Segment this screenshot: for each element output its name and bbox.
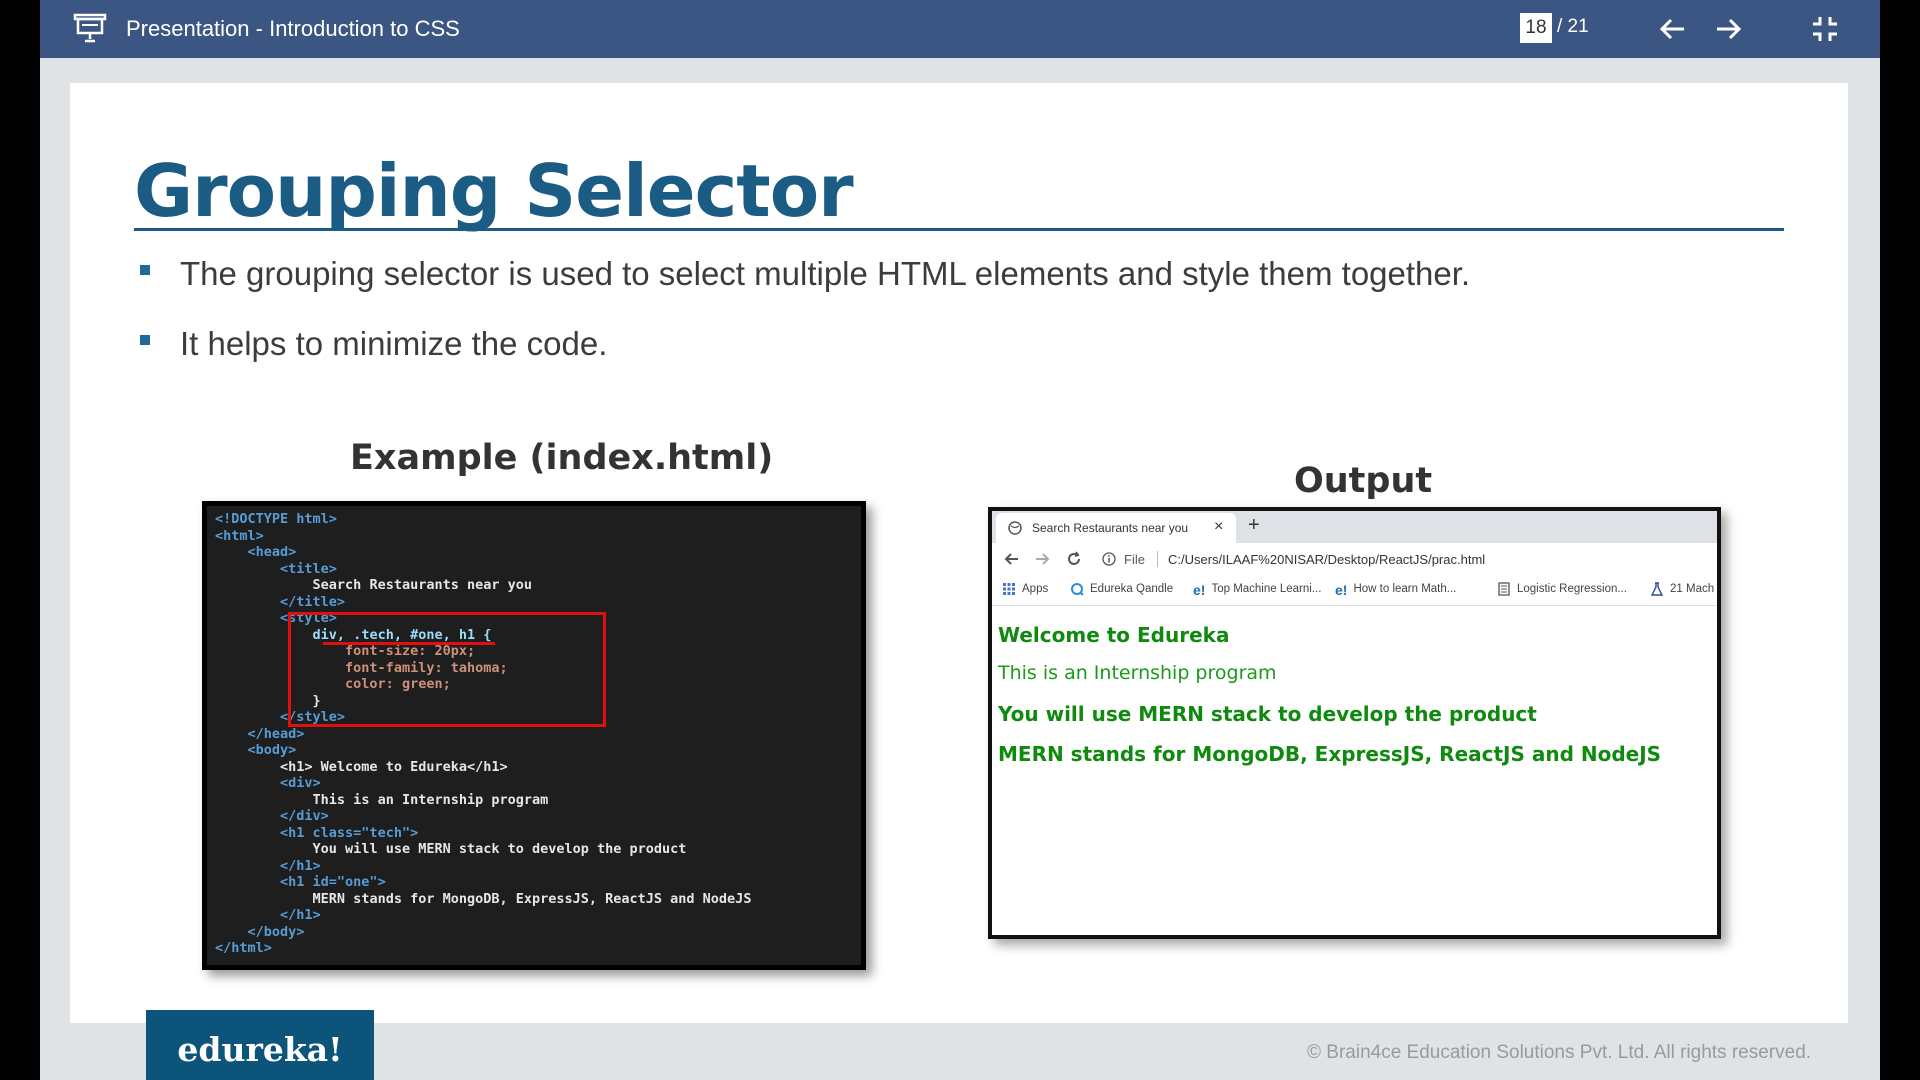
presentation-viewer: Presentation - Introduction to CSS 18 / …	[40, 0, 1880, 1080]
slide-title: Grouping Selector	[134, 149, 854, 233]
bookmark-item[interactable]: e! Top Machine Learni...	[1193, 582, 1321, 598]
title-divider	[134, 228, 1784, 231]
flask-icon	[1650, 582, 1664, 596]
browser-output-screenshot: Search Restaurants near you × + File C:/…	[988, 507, 1721, 939]
output-heading-1: Welcome to Edureka	[998, 623, 1230, 647]
browser-address-bar: File C:/Users/ILAAF%20NISAR/Desktop/Reac…	[992, 543, 1717, 576]
output-heading-tech: You will use MERN stack to develop the p…	[998, 702, 1537, 726]
edureka-icon: e!	[1335, 582, 1348, 598]
url-input[interactable]: C:/Users/ILAAF%20NISAR/Desktop/ReactJS/p…	[1168, 552, 1485, 567]
copyright-text: © Brain4ce Education Solutions Pvt. Ltd.…	[1307, 1042, 1812, 1063]
edureka-icon: e!	[1193, 582, 1206, 598]
document-icon	[1498, 582, 1510, 596]
output-heading-one: MERN stands for MongoDB, ExpressJS, Reac…	[998, 742, 1662, 766]
slide: Grouping Selector The grouping selector …	[70, 83, 1848, 1023]
example-heading: Example (index.html)	[350, 438, 774, 478]
bookmark-item[interactable]: Edureka Qandle	[1070, 582, 1173, 596]
bullet-square-icon	[140, 335, 150, 346]
bookmark-item[interactable]: Apps	[1002, 582, 1048, 596]
bullet-square-icon	[140, 265, 150, 276]
code-block: <!DOCTYPE html> <html> <head> <title> Se…	[215, 511, 752, 956]
arrow-right-icon[interactable]	[1711, 12, 1745, 46]
bullet-item: It helps to minimize the code.	[140, 325, 607, 363]
browser-tab[interactable]: Search Restaurants near you ×	[996, 513, 1236, 543]
browser-tab-bar: Search Restaurants near you × +	[992, 511, 1717, 543]
presentation-icon	[73, 13, 107, 43]
tab-title: Search Restaurants near you	[1032, 521, 1189, 535]
viewer-toolbar: Presentation - Introduction to CSS 18 / …	[40, 0, 1880, 58]
file-label: File	[1124, 552, 1145, 567]
exit-fullscreen-icon[interactable]	[1808, 12, 1842, 46]
arrow-left-icon[interactable]	[1656, 12, 1690, 46]
code-screenshot: <!DOCTYPE html> <html> <head> <title> Se…	[202, 501, 866, 970]
highlight-box	[288, 612, 606, 727]
bookmark-item[interactable]: Logistic Regression...	[1497, 582, 1627, 596]
highlight-underline	[323, 642, 495, 645]
apps-grid-icon	[1003, 583, 1015, 595]
bullet-item: The grouping selector is used to select …	[140, 255, 1470, 293]
presentation-title: Presentation - Introduction to CSS	[126, 16, 460, 41]
output-heading: Output	[1294, 461, 1433, 501]
output-div-text: This is an Internship program	[998, 662, 1277, 684]
qandle-icon	[1071, 583, 1084, 596]
bookmarks-bar: Apps Edureka Qandle e! Top Machine Learni…	[992, 576, 1717, 606]
current-page-input[interactable]: 18	[1520, 13, 1552, 43]
info-icon[interactable]	[1102, 552, 1116, 566]
globe-icon	[1008, 521, 1022, 535]
divider	[1157, 551, 1158, 567]
total-pages: / 21	[1557, 16, 1589, 37]
bookmark-item[interactable]: e! How to learn Math...	[1335, 582, 1456, 598]
forward-icon[interactable]	[1032, 549, 1052, 569]
back-icon[interactable]	[1002, 549, 1022, 569]
edureka-logo: edureka!	[146, 1010, 374, 1080]
new-tab-icon[interactable]: +	[1248, 514, 1260, 537]
close-icon[interactable]: ×	[1214, 518, 1223, 536]
bookmark-item[interactable]: 21 Mach	[1650, 582, 1714, 596]
reload-icon[interactable]	[1064, 549, 1084, 569]
